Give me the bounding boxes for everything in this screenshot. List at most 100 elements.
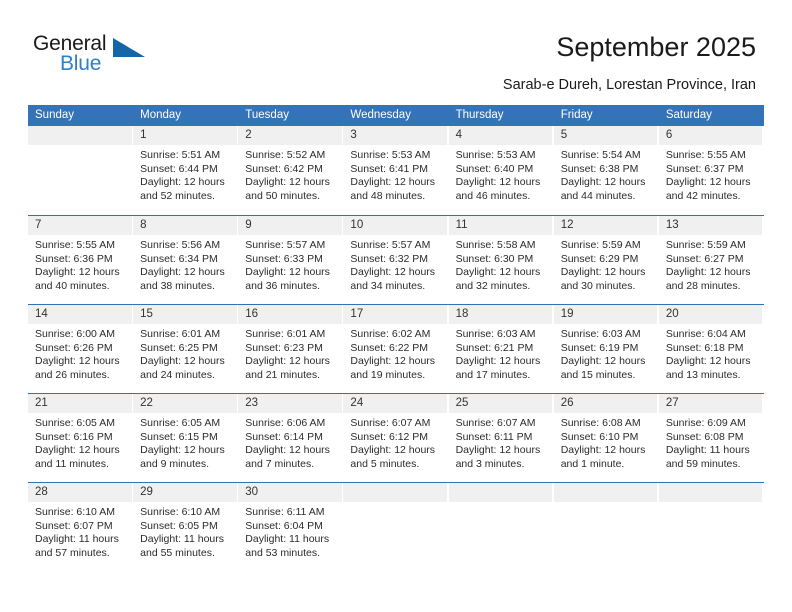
daylight-duration-line1: Daylight: 11 hours	[245, 533, 330, 546]
day-number-band: 16	[238, 305, 342, 324]
day-details: Sunrise: 5:51 AM Sunset: 6:44 PM Daylight:…	[133, 145, 238, 203]
day-details: Sunrise: 6:07 AM Sunset: 6:11 PM Daylight:…	[449, 413, 554, 471]
sunset-time: Sunset: 6:05 PM	[140, 519, 218, 532]
daylight-duration-line2: and 48 minutes.	[350, 189, 426, 202]
sunrise-time: Sunrise: 6:02 AM	[350, 328, 431, 340]
calendar-day-cell[interactable]: 26 Sunrise: 6:08 AM Sunset: 6:10 PM Dayligh…	[553, 394, 659, 482]
calendar-week-row: 28 Sunrise: 6:10 AM Sunset: 6:07 PM Dayligh…	[28, 482, 764, 571]
day-number-band: 22	[133, 394, 237, 413]
sunrise-time: Sunrise: 6:10 AM	[140, 506, 221, 518]
calendar-day-cell[interactable]: 24 Sunrise: 6:07 AM Sunset: 6:12 PM Dayligh…	[343, 394, 448, 482]
sunset-time: Sunset: 6:07 PM	[35, 519, 113, 532]
daylight-duration-line1: Daylight: 12 hours	[140, 176, 225, 189]
generalblue-logo[interactable]: General Blue	[33, 33, 163, 81]
calendar-day-cell[interactable]: 16 Sunrise: 6:01 AM Sunset: 6:23 PM Dayligh…	[238, 305, 343, 393]
day-details: Sunrise: 6:03 AM Sunset: 6:21 PM Daylight:…	[449, 324, 554, 382]
calendar-week-row: 7 Sunrise: 5:55 AM Sunset: 6:36 PM Daylight…	[28, 215, 764, 304]
calendar-week-row: 21 Sunrise: 6:05 AM Sunset: 6:16 PM Dayligh…	[28, 393, 764, 482]
calendar-empty-cell	[28, 126, 133, 215]
calendar-day-cell[interactable]: 27 Sunrise: 6:09 AM Sunset: 6:08 PM Dayligh…	[658, 394, 764, 482]
sunset-time: Sunset: 6:29 PM	[560, 252, 639, 265]
calendar-day-cell[interactable]: 2 Sunrise: 5:52 AM Sunset: 6:42 PM Daylight…	[238, 126, 343, 215]
day-number-band: 21	[28, 394, 132, 413]
daylight-duration-line2: and 30 minutes.	[560, 279, 636, 292]
calendar-day-cell[interactable]: 8 Sunrise: 5:56 AM Sunset: 6:34 PM Daylight…	[133, 216, 238, 304]
calendar-day-cell[interactable]: 12 Sunrise: 5:59 AM Sunset: 6:29 PM Dayligh…	[553, 216, 659, 304]
sunrise-time: Sunrise: 6:06 AM	[245, 417, 326, 429]
calendar-empty-cell	[553, 483, 659, 571]
day-number-band: 10	[343, 216, 448, 235]
calendar-day-cell[interactable]: 19 Sunrise: 6:03 AM Sunset: 6:19 PM Dayligh…	[553, 305, 659, 393]
calendar-day-cell[interactable]: 22 Sunrise: 6:05 AM Sunset: 6:15 PM Dayligh…	[133, 394, 238, 482]
sunrise-time: Sunrise: 6:07 AM	[350, 417, 431, 429]
daylight-duration-line1: Daylight: 12 hours	[560, 266, 646, 279]
day-details: Sunrise: 5:54 AM Sunset: 6:38 PM Daylight:…	[554, 145, 659, 203]
day-number-band: 3	[343, 126, 448, 145]
day-number: 18	[455, 308, 469, 320]
calendar-day-cell[interactable]: 15 Sunrise: 6:01 AM Sunset: 6:25 PM Dayligh…	[133, 305, 238, 393]
calendar-week-row: 1 Sunrise: 5:51 AM Sunset: 6:44 PM Daylight…	[28, 126, 764, 215]
day-number-band: 18	[448, 305, 553, 324]
daylight-duration-line2: and 26 minutes.	[35, 368, 110, 381]
sunrise-time: Sunrise: 6:08 AM	[560, 417, 641, 429]
daylight-duration-line2: and 53 minutes.	[245, 546, 320, 559]
weekday-header-friday: Friday	[560, 109, 593, 121]
calendar-day-cell[interactable]: 5 Sunrise: 5:54 AM Sunset: 6:38 PM Daylight…	[553, 126, 659, 215]
calendar-day-cell[interactable]: 1 Sunrise: 5:51 AM Sunset: 6:44 PM Daylight…	[133, 126, 238, 215]
daylight-duration-line1: Daylight: 12 hours	[560, 444, 646, 457]
daylight-duration-line1: Daylight: 12 hours	[35, 444, 120, 457]
calendar-page: General Blue September 2025 Sarab-e Dure…	[0, 0, 792, 612]
daylight-duration-line1: Daylight: 12 hours	[665, 266, 751, 279]
calendar-day-cell[interactable]: 18 Sunrise: 6:03 AM Sunset: 6:21 PM Dayligh…	[448, 305, 554, 393]
day-number-band: 20	[658, 305, 763, 324]
day-details: Sunrise: 6:11 AM Sunset: 6:04 PM Daylight:…	[238, 502, 343, 560]
weekday-header-row: Sunday Monday Tuesday Wednesday Thursday Frid…	[28, 105, 764, 126]
calendar-day-cell[interactable]: 7 Sunrise: 5:55 AM Sunset: 6:36 PM Daylight…	[28, 216, 133, 304]
daylight-duration-line2: and 32 minutes.	[455, 279, 531, 292]
daylight-duration-line2: and 1 minute.	[560, 457, 625, 470]
calendar-day-cell[interactable]: 25 Sunrise: 6:07 AM Sunset: 6:11 PM Dayligh…	[448, 394, 554, 482]
daylight-duration-line1: Daylight: 12 hours	[35, 266, 120, 279]
day-number: 19	[560, 308, 574, 320]
calendar-day-cell[interactable]: 3 Sunrise: 5:53 AM Sunset: 6:41 PM Daylight…	[343, 126, 448, 215]
daylight-duration-line1: Daylight: 12 hours	[350, 355, 436, 368]
daylight-duration-line1: Daylight: 12 hours	[140, 355, 225, 368]
calendar-day-cell[interactable]: 29 Sunrise: 6:10 AM Sunset: 6:05 PM Dayligh…	[133, 483, 238, 571]
calendar-day-cell[interactable]: 20 Sunrise: 6:04 AM Sunset: 6:18 PM Dayligh…	[658, 305, 764, 393]
day-details: Sunrise: 5:59 AM Sunset: 6:27 PM Daylight:…	[659, 235, 764, 293]
daylight-duration-line2: and 50 minutes.	[245, 189, 320, 202]
day-number: 12	[560, 219, 574, 231]
day-number: 23	[245, 397, 259, 409]
calendar-day-cell[interactable]: 17 Sunrise: 6:02 AM Sunset: 6:22 PM Dayligh…	[343, 305, 448, 393]
daylight-duration-line1: Daylight: 12 hours	[560, 176, 646, 189]
sunrise-time: Sunrise: 5:58 AM	[455, 239, 536, 251]
sunrise-time: Sunrise: 6:00 AM	[35, 328, 115, 340]
day-number: 21	[35, 397, 48, 409]
day-number: 6	[665, 129, 673, 141]
day-number-band: 25	[448, 394, 553, 413]
day-number-band: 7	[28, 216, 132, 235]
calendar-day-cell[interactable]: 23 Sunrise: 6:06 AM Sunset: 6:14 PM Dayligh…	[238, 394, 343, 482]
calendar-day-cell[interactable]: 14 Sunrise: 6:00 AM Sunset: 6:26 PM Dayligh…	[28, 305, 133, 393]
daylight-duration-line2: and 7 minutes.	[245, 457, 315, 470]
day-number-band	[28, 126, 132, 145]
day-number: 5	[560, 129, 568, 141]
calendar-day-cell[interactable]: 21 Sunrise: 6:05 AM Sunset: 6:16 PM Dayligh…	[28, 394, 133, 482]
calendar-day-cell[interactable]: 4 Sunrise: 5:53 AM Sunset: 6:40 PM Daylight…	[448, 126, 554, 215]
day-number-band: 23	[238, 394, 342, 413]
day-number: 1	[140, 129, 147, 141]
sunrise-time: Sunrise: 5:55 AM	[665, 149, 746, 161]
calendar-day-cell[interactable]: 30 Sunrise: 6:11 AM Sunset: 6:04 PM Dayligh…	[238, 483, 343, 571]
calendar-weeks: 1 Sunrise: 5:51 AM Sunset: 6:44 PM Daylight…	[28, 126, 764, 571]
calendar-day-cell[interactable]: 6 Sunrise: 5:55 AM Sunset: 6:37 PM Daylight…	[658, 126, 764, 215]
calendar-day-cell[interactable]: 28 Sunrise: 6:10 AM Sunset: 6:07 PM Dayligh…	[28, 483, 133, 571]
daylight-duration-line2: and 59 minutes.	[665, 457, 741, 470]
calendar-day-cell[interactable]: 10 Sunrise: 5:57 AM Sunset: 6:32 PM Dayligh…	[343, 216, 448, 304]
calendar-day-cell[interactable]: 13 Sunrise: 5:59 AM Sunset: 6:27 PM Dayligh…	[658, 216, 764, 304]
day-details: Sunrise: 5:57 AM Sunset: 6:32 PM Daylight:…	[343, 235, 448, 293]
calendar-day-cell[interactable]: 11 Sunrise: 5:58 AM Sunset: 6:30 PM Dayligh…	[448, 216, 554, 304]
day-number-band: 9	[238, 216, 342, 235]
calendar-day-cell[interactable]: 9 Sunrise: 5:57 AM Sunset: 6:33 PM Daylight…	[238, 216, 343, 304]
day-number-band: 27	[658, 394, 763, 413]
weekday-header-tuesday: Tuesday	[245, 109, 289, 121]
